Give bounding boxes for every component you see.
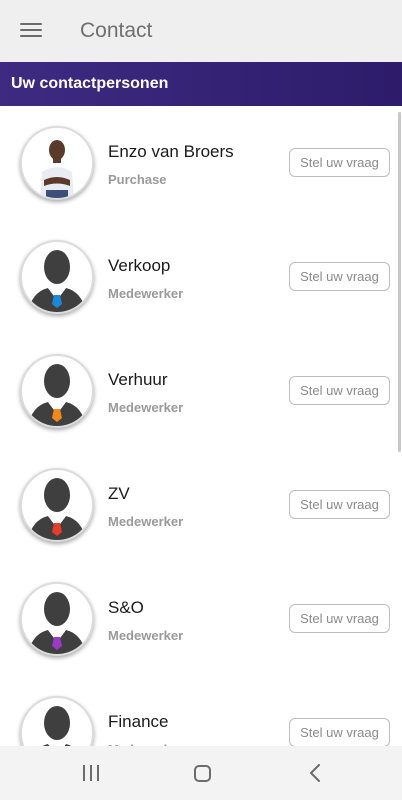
home-icon[interactable] [194, 765, 211, 782]
back-icon[interactable] [307, 764, 323, 782]
ask-question-button[interactable]: Stel uw vraag [289, 604, 390, 633]
ask-question-button[interactable]: Stel uw vraag [289, 376, 390, 405]
ask-question-button[interactable]: Stel uw vraag [289, 262, 390, 291]
section-title: Uw contactpersonen [11, 75, 169, 92]
contact-role: Medewerker [108, 514, 184, 529]
person-silhouette-icon [42, 706, 72, 746]
contact-item-finance[interactable]: Finance Medewerker Stel uw vraag [0, 676, 402, 746]
contact-name: Finance [108, 712, 169, 731]
app-bar: Contact [0, 0, 402, 62]
contact-name: Enzo van Broers [108, 142, 234, 161]
avatar-silhouette [20, 468, 94, 542]
contact-item-enzo[interactable]: Enzo van Broers Purchase Stel uw vraag [0, 106, 402, 220]
person-silhouette-icon [28, 592, 86, 654]
contact-item-verhuur[interactable]: Verhuur Medewerker Stel uw vraag [0, 334, 402, 448]
section-header: Uw contactpersonen [0, 62, 402, 106]
contact-role: Medewerker [108, 400, 184, 415]
contact-role: Purchase [108, 172, 167, 187]
list-scrollbar[interactable] [398, 112, 401, 452]
contact-item-verkoop[interactable]: Verkoop Medewerker Stel uw vraag [0, 220, 402, 334]
avatar-silhouette [20, 354, 94, 428]
avatar-silhouette [20, 582, 94, 656]
ask-question-button[interactable]: Stel uw vraag [289, 718, 390, 746]
avatar-photo [20, 126, 94, 200]
contact-role: Medewerker [108, 286, 184, 301]
ask-question-button[interactable]: Stel uw vraag [289, 148, 390, 177]
contact-role: Medewerker [108, 628, 184, 643]
ask-question-button[interactable]: Stel uw vraag [289, 490, 390, 519]
contact-name: Verkoop [108, 256, 171, 275]
page-title: Contact [80, 19, 153, 42]
avatar-silhouette [20, 240, 94, 314]
person-silhouette-icon [28, 478, 86, 540]
contact-name: ZV [108, 484, 130, 503]
contact-item-zv[interactable]: ZV Medewerker Stel uw vraag [0, 448, 402, 562]
contact-item-so[interactable]: S&O Medewerker Stel uw vraag [0, 562, 402, 676]
contact-list[interactable]: Enzo van Broers Purchase Stel uw vraag V… [0, 106, 402, 746]
contact-name: Verhuur [108, 370, 168, 389]
hamburger-menu-icon[interactable] [20, 21, 42, 39]
contact-name: S&O [108, 598, 144, 617]
person-photo-icon [22, 128, 92, 198]
avatar-silhouette [20, 696, 94, 746]
person-silhouette-icon [28, 364, 86, 426]
person-silhouette-icon [28, 250, 86, 312]
recents-icon[interactable] [82, 765, 100, 781]
